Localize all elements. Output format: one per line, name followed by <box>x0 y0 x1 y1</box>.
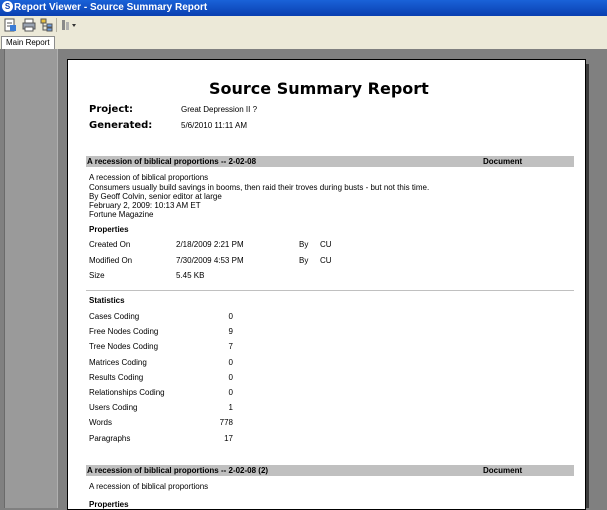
toolbar <box>0 16 607 36</box>
section-header: A recession of biblical proportions -- 2… <box>86 465 574 476</box>
properties-heading: Properties <box>89 225 129 234</box>
statistic-name: Users Coding <box>89 403 138 412</box>
property-value: 2/18/2009 2:21 PM <box>176 240 244 249</box>
statistic-name: Words <box>89 418 112 427</box>
property-value: 7/30/2009 4:53 PM <box>176 256 244 265</box>
document-line: By Geoff Colvin, senior editor at large <box>89 192 222 201</box>
document-line: A recession of biblical proportions <box>89 173 209 182</box>
property-by: CU <box>320 240 332 249</box>
statistic-value: 0 <box>228 388 233 397</box>
tree-icon[interactable] <box>40 18 54 32</box>
property-value: 5.45 KB <box>176 271 205 280</box>
statistic-value: 0 <box>228 312 233 321</box>
project-value: Great Depression II ? <box>181 105 258 114</box>
property-by: CU <box>320 256 332 265</box>
report-title: Source Summary Report <box>209 79 429 98</box>
statistic-value: 0 <box>228 373 233 382</box>
document-line: February 2, 2009: 10:13 AM ET <box>89 201 201 210</box>
generated-value: 5/6/2010 11:11 AM <box>181 121 247 130</box>
section-header: A recession of biblical proportions -- 2… <box>86 156 574 167</box>
window-title: Report Viewer - Source Summary Report <box>14 2 208 13</box>
statistic-name: Cases Coding <box>89 312 140 321</box>
project-label: Project: <box>89 104 134 115</box>
export-icon[interactable] <box>3 18 17 32</box>
property-by-label: By <box>299 240 309 249</box>
statistic-name: Tree Nodes Coding <box>89 342 159 351</box>
document-line: A recession of biblical proportions <box>89 482 209 491</box>
statistic-name: Paragraphs <box>89 434 131 443</box>
tab-strip: Main Report <box>0 35 607 49</box>
statistic-name: Results Coding <box>89 373 144 382</box>
toolbar-separator <box>56 18 57 32</box>
property-name: Modified On <box>89 256 133 265</box>
section-title: A recession of biblical proportions -- 2… <box>87 466 269 475</box>
report-page: Source Summary Report Project: Great Dep… <box>67 59 586 510</box>
statistic-name: Free Nodes Coding <box>89 327 159 336</box>
tab-main-report[interactable]: Main Report <box>1 36 55 49</box>
section-divider <box>86 290 574 291</box>
document-line: Fortune Magazine <box>89 210 154 219</box>
statistic-value: 778 <box>219 418 233 427</box>
property-name: Size <box>89 271 105 280</box>
document-line: Consumers usually build savings in booms… <box>89 183 430 192</box>
statistic-value: 1 <box>228 403 233 412</box>
generated-label: Generated: <box>89 120 153 131</box>
section-title: A recession of biblical proportions -- 2… <box>87 157 257 166</box>
group-tree-panel <box>4 49 58 508</box>
property-name: Created On <box>89 240 131 249</box>
statistics-heading: Statistics <box>89 296 125 305</box>
statistic-value: 0 <box>228 358 233 367</box>
zoom-icon[interactable] <box>60 18 78 32</box>
statistic-name: Matrices Coding <box>89 358 147 367</box>
statistic-value: 17 <box>224 434 233 443</box>
app-icon: S <box>2 1 13 12</box>
statistic-value: 9 <box>228 327 233 336</box>
section-type: Document <box>483 157 523 166</box>
section-type: Document <box>483 466 523 475</box>
statistic-name: Relationships Coding <box>89 388 165 397</box>
property-by-label: By <box>299 256 309 265</box>
title-bar: S Report Viewer - Source Summary Report <box>0 0 607 16</box>
print-icon[interactable] <box>22 18 36 32</box>
statistic-value: 7 <box>228 342 233 351</box>
